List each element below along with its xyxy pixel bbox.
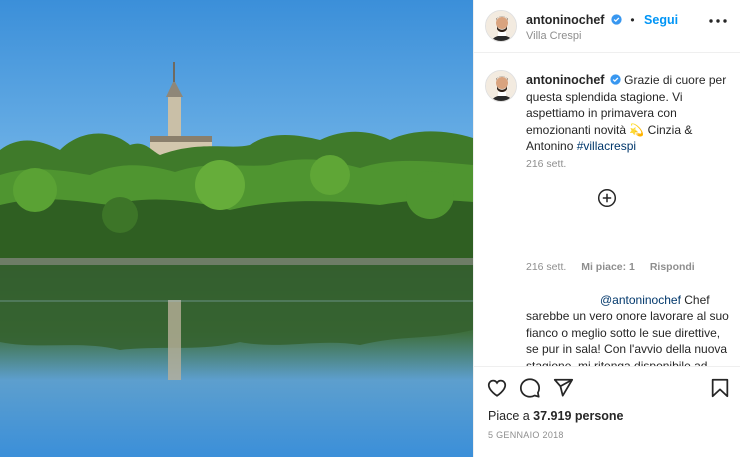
comment-timestamp[interactable]: 216 sett.: [526, 261, 566, 273]
caption-username[interactable]: antoninochef: [526, 73, 604, 87]
action-bar: Piace a 37.919 persone 5 GENNAIO 2018: [474, 366, 740, 457]
chef-avatar-image: [486, 71, 516, 101]
likes-count[interactable]: 37.919 persone: [533, 409, 623, 423]
more-horizontal-icon[interactable]: [707, 14, 729, 28]
header-user-line: antoninochef • Segui: [526, 11, 678, 29]
mention-link[interactable]: @antoninochef: [600, 293, 681, 307]
reply-first-line: @antoninochef Chef: [600, 292, 730, 309]
lake-castle-image: [0, 0, 473, 457]
comment-likes[interactable]: Mi piace: 1: [581, 261, 635, 273]
caption-avatar[interactable]: [485, 70, 517, 102]
post-photo[interactable]: [0, 0, 473, 457]
post-date[interactable]: 5 GENNAIO 2018: [488, 430, 564, 440]
likes-prefix: Piace a: [488, 409, 534, 423]
comments-area[interactable]: antoninochef Grazie di cuore per questa …: [474, 54, 740, 366]
username-link[interactable]: antoninochef: [526, 13, 604, 27]
reply-first-line-text: Chef: [680, 293, 710, 307]
comment-icon[interactable]: [519, 377, 541, 399]
hashtag-link[interactable]: #villacrespi: [577, 139, 636, 153]
post-header: antoninochef • Segui Villa Crespi: [474, 0, 740, 53]
plus-circle-icon[interactable]: [597, 188, 617, 208]
reply-body-text: sarebbe un vero onore lavorare al suo fi…: [526, 309, 729, 366]
verified-badge-icon: [611, 14, 622, 25]
reply-button[interactable]: Rispondi: [650, 261, 695, 273]
separator-dot: •: [630, 13, 635, 27]
avatar[interactable]: [485, 10, 517, 42]
verified-badge-icon: [610, 74, 621, 85]
caption-timestamp[interactable]: 216 sett.: [526, 158, 566, 170]
location-link[interactable]: Villa Crespi: [526, 30, 581, 42]
bookmark-icon[interactable]: [709, 377, 731, 399]
post-detail-panel: antoninochef • Segui Villa Crespi antoni…: [473, 0, 740, 457]
follow-button[interactable]: Segui: [644, 13, 678, 27]
chef-avatar-image: [486, 11, 516, 41]
paper-plane-icon[interactable]: [552, 377, 574, 399]
likes-summary[interactable]: Piace a 37.919 persone: [488, 409, 624, 423]
heart-icon[interactable]: [486, 377, 508, 399]
comment-meta: 216 sett. Mi piace: 1 Rispondi: [526, 261, 707, 273]
post-caption: antoninochef Grazie di cuore per questa …: [526, 72, 731, 155]
